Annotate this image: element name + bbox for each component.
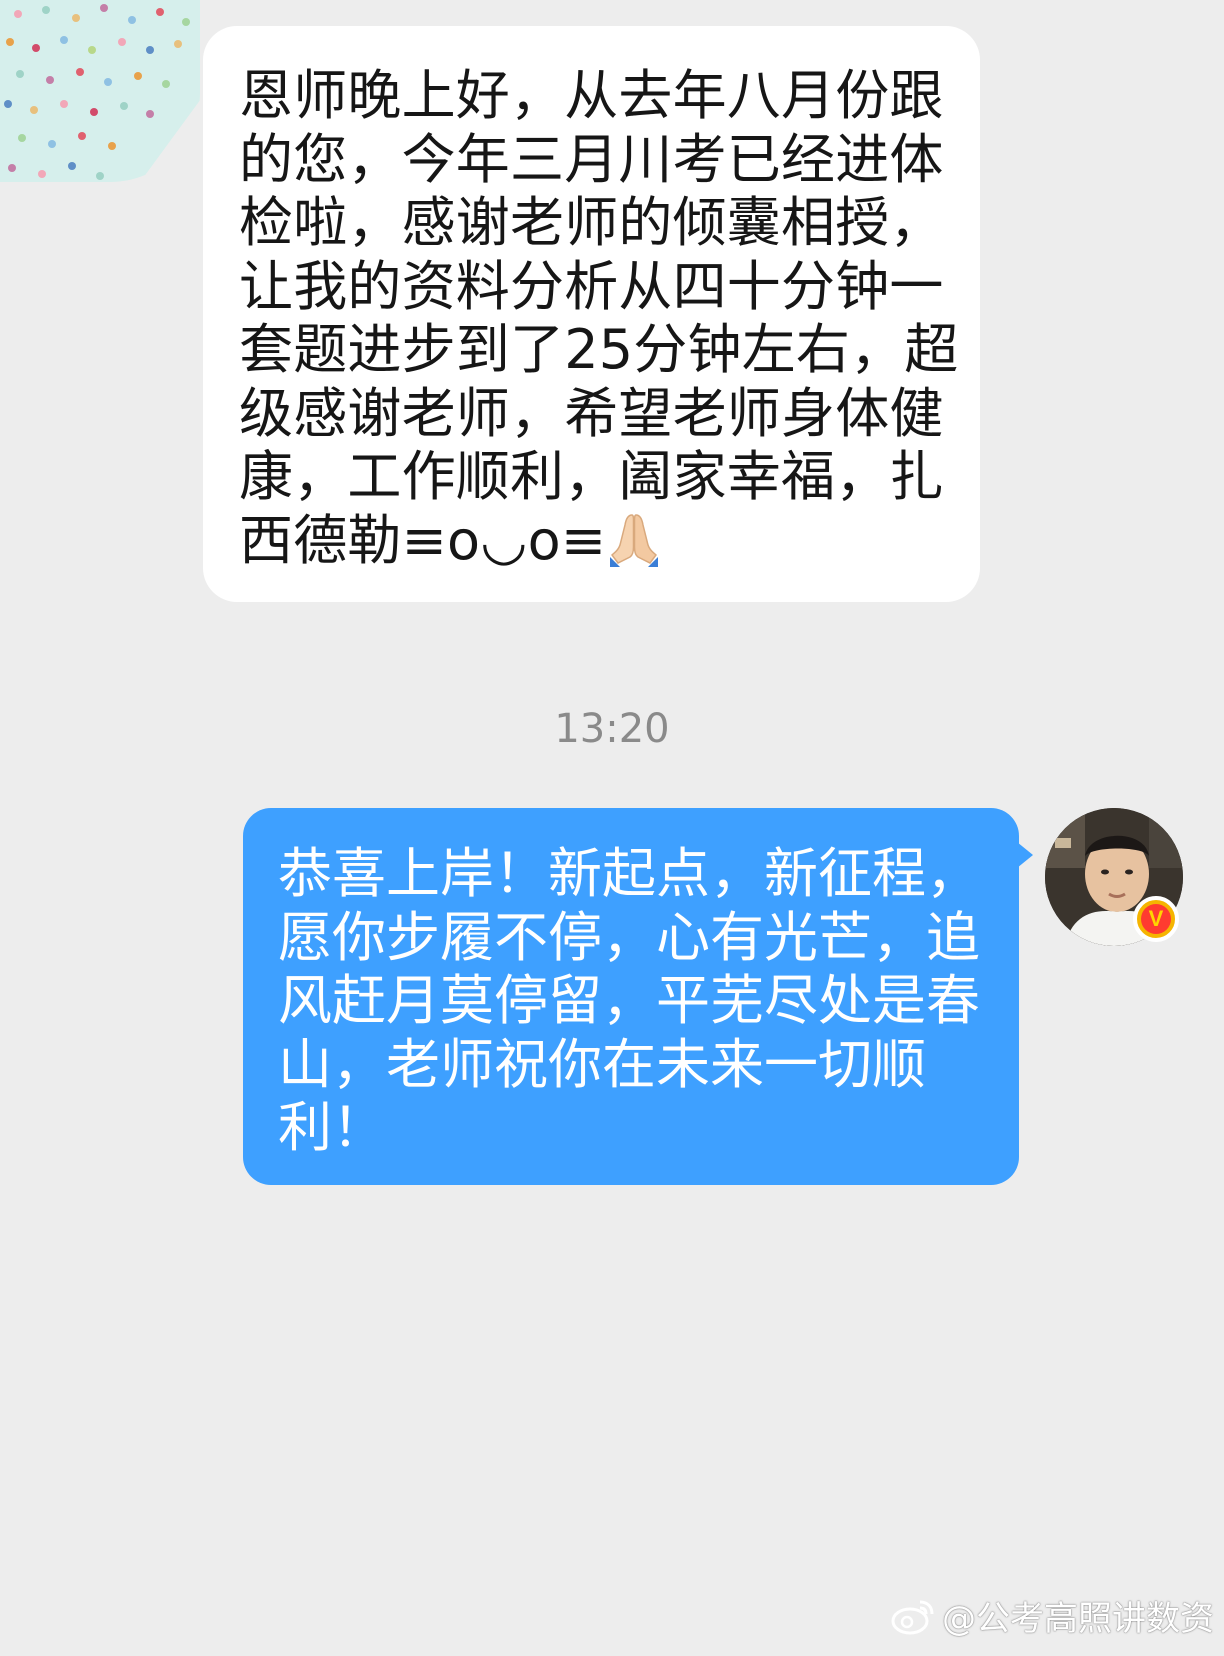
chat-screen: 恩师晚上好，从去年八月份跟的您，今年三月川考已经进体检啦，感谢老师的倾囊相授，让… (0, 0, 1224, 1656)
weibo-icon (891, 1600, 934, 1634)
message-timestamp: 13:20 (554, 706, 670, 752)
folded-hands-icon (608, 511, 660, 567)
polka-dot-avatar-image (0, 0, 200, 182)
received-message-text: 恩师晚上好，从去年八月份跟的您，今年三月川考已经进体检啦，感谢老师的倾囊相授，让… (239, 64, 959, 572)
watermark: @公考高照讲数资 (890, 1591, 1214, 1640)
verified-badge-label: V (1141, 904, 1171, 934)
verified-badge: V (1133, 896, 1179, 942)
received-message-bubble[interactable]: 恩师晚上好，从去年八月份跟的您，今年三月川考已经进体检啦，感谢老师的倾囊相授，让… (203, 26, 980, 602)
sent-message-text: 恭喜上岸！新起点，新征程，愿你步履不停，心有光芒，追风赶月莫停留，平芜尽处是春山… (278, 842, 980, 1159)
sent-message-bubble[interactable]: 恭喜上岸！新起点，新征程，愿你步履不停，心有光芒，追风赶月莫停留，平芜尽处是春山… (243, 808, 1033, 1185)
received-message-body: 恩师晚上好，从去年八月份跟的您，今年三月川考已经进体检啦，感谢老师的倾囊相授，让… (239, 64, 959, 572)
watermark-text: @公考高照讲数资 (942, 1599, 1214, 1639)
sender-avatar[interactable] (0, 0, 200, 182)
